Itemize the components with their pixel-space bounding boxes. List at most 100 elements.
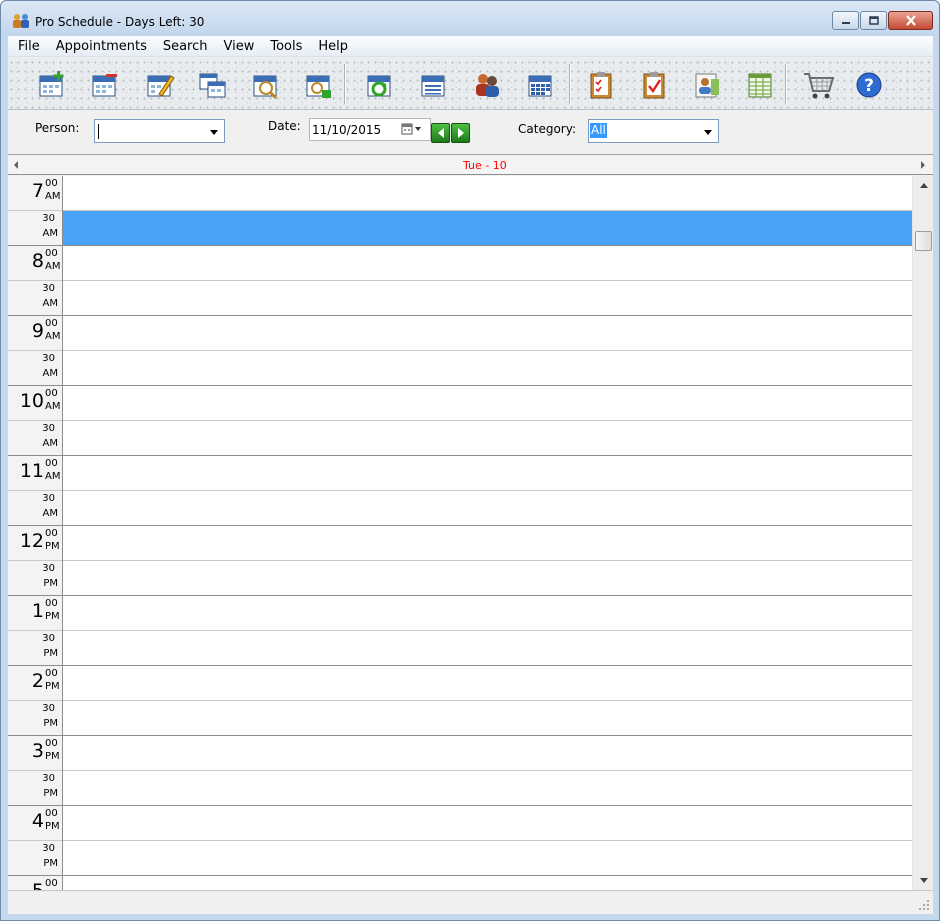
person-label: Person:: [35, 121, 80, 135]
half-minute: 30: [42, 283, 55, 294]
close-button[interactable]: [888, 11, 933, 30]
refresh-button[interactable]: [365, 70, 395, 100]
menu-appointments[interactable]: Appointments: [48, 36, 155, 57]
hour-minute: 00: [45, 178, 58, 189]
time-slot[interactable]: [63, 736, 912, 771]
hour-period: AM: [45, 331, 61, 342]
hour-number: 1: [31, 600, 44, 622]
category-label: Category:: [518, 122, 576, 136]
time-slot[interactable]: [63, 876, 912, 890]
reports-button[interactable]: [745, 70, 775, 100]
half-period: AM: [42, 298, 58, 309]
help-icon: ?: [856, 72, 882, 98]
half-period: PM: [43, 578, 58, 589]
hour-minute: 00: [45, 668, 58, 679]
half-period: AM: [42, 508, 58, 519]
half-period: AM: [42, 228, 58, 239]
date-picker[interactable]: 11/10/2015: [309, 118, 431, 141]
time-slot[interactable]: [63, 561, 912, 596]
hour-number: 12: [19, 530, 44, 552]
hour-minute: 00: [45, 248, 58, 259]
time-slot[interactable]: [63, 491, 912, 526]
hour-minute: 00: [45, 318, 58, 329]
toolbar: ?: [8, 58, 933, 110]
day-view-button[interactable]: [419, 70, 449, 100]
checklist-icon: [590, 72, 612, 99]
menu-tools[interactable]: Tools: [262, 36, 310, 57]
time-slot[interactable]: [63, 176, 912, 211]
people-button[interactable]: [472, 70, 502, 100]
time-slot[interactable]: [63, 596, 912, 631]
window-title: Pro Schedule - Days Left: 30: [35, 15, 205, 29]
status-bar: [8, 890, 933, 914]
half-period: PM: [43, 788, 58, 799]
time-slot-selected[interactable]: [63, 211, 912, 246]
previous-day-button[interactable]: [431, 123, 450, 143]
export-appointment-button[interactable]: [304, 70, 334, 100]
delete-appointment-button[interactable]: [90, 70, 120, 100]
time-slot[interactable]: [63, 526, 912, 561]
time-slot[interactable]: [63, 246, 912, 281]
person-combobox[interactable]: [94, 119, 225, 143]
client-area: File Appointments Search View Tools Help: [8, 36, 933, 914]
time-slot[interactable]: [63, 386, 912, 421]
time-slot[interactable]: [63, 316, 912, 351]
menu-view[interactable]: View: [216, 36, 263, 57]
menu-search[interactable]: Search: [155, 36, 216, 57]
scroll-down-icon[interactable]: [920, 878, 928, 883]
time-slot[interactable]: [63, 281, 912, 316]
chevron-down-icon[interactable]: [210, 130, 218, 135]
calendar-move-icon: [199, 73, 226, 98]
category-combobox[interactable]: All: [588, 119, 719, 143]
day-title[interactable]: Tue - 10: [463, 159, 507, 172]
month-view-icon: [528, 75, 552, 97]
completed-tasks-button[interactable]: [639, 70, 669, 100]
minimize-button[interactable]: [832, 11, 859, 30]
spreadsheet-icon: [748, 73, 772, 98]
half-hour-label: 30 PM: [8, 631, 62, 666]
scrollbar-thumb[interactable]: [915, 231, 932, 251]
month-view-button[interactable]: [526, 70, 556, 100]
scroll-left-icon[interactable]: [14, 161, 18, 169]
time-slot[interactable]: [63, 841, 912, 876]
hour-label: 9 00 AM: [8, 316, 62, 351]
calendar-dropdown-icon[interactable]: [401, 122, 429, 137]
time-column: 7 00 AM 30 AM 8 00 AM 30 AM 9 00 AM 30 AM 10 00 AM 30 AM 11 0…: [8, 176, 63, 890]
scroll-right-icon[interactable]: [921, 161, 925, 169]
time-slot[interactable]: [63, 701, 912, 736]
next-day-button[interactable]: [451, 123, 470, 143]
menu-file[interactable]: File: [8, 36, 48, 57]
half-minute: 30: [42, 773, 55, 784]
half-period: AM: [42, 438, 58, 449]
find-appointment-button[interactable]: [251, 70, 281, 100]
buy-button[interactable]: [803, 70, 835, 100]
help-button[interactable]: ?: [854, 70, 884, 100]
edit-appointment-button[interactable]: [145, 70, 175, 100]
half-hour-label: 30 AM: [8, 351, 62, 386]
scroll-up-icon[interactable]: [920, 183, 928, 188]
tasks-button[interactable]: [586, 70, 616, 100]
maximize-button[interactable]: [860, 11, 887, 30]
time-slot[interactable]: [63, 771, 912, 806]
time-slot[interactable]: [63, 456, 912, 491]
vertical-scrollbar[interactable]: [912, 176, 933, 890]
new-appointment-button[interactable]: [37, 70, 67, 100]
hour-period: AM: [45, 401, 61, 412]
resize-grip-icon[interactable]: [918, 899, 930, 911]
chevron-down-icon[interactable]: [704, 130, 712, 135]
half-minute: 30: [42, 633, 55, 644]
time-slot[interactable]: [63, 631, 912, 666]
time-slot[interactable]: [63, 806, 912, 841]
hour-label: 1 00 PM: [8, 596, 62, 631]
hour-minute: 00: [45, 738, 58, 749]
time-slot[interactable]: [63, 351, 912, 386]
contacts-button[interactable]: [692, 70, 722, 100]
time-slot[interactable]: [63, 421, 912, 456]
time-slot[interactable]: [63, 666, 912, 701]
contacts-icon: [695, 73, 719, 98]
half-minute: 30: [42, 843, 55, 854]
title-bar[interactable]: Pro Schedule - Days Left: 30: [1, 1, 939, 36]
menu-help[interactable]: Help: [310, 36, 356, 57]
menu-bar: File Appointments Search View Tools Help: [8, 36, 933, 57]
copy-appointment-button[interactable]: [198, 70, 228, 100]
